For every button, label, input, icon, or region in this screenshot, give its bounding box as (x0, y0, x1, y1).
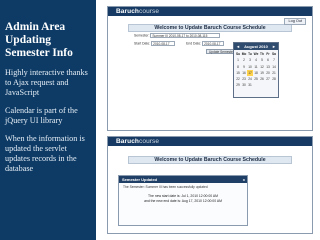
semester-updated-dialog: Semester Updated x The Semester: Summer … (118, 175, 248, 226)
welcome-banner: Welcome to Update Baruch Course Schedule (128, 156, 292, 164)
logo: Baruchcourse (116, 138, 160, 145)
dialog-titlebar: Semester Updated x (119, 176, 247, 183)
calendar-grid: Su Mo Tu We Th Fr Sa 1 2 3 4 5 6 7 8 9 10 11 12 13 14 15 16 17 1… (234, 50, 278, 89)
dialog-title: Semester Updated (122, 177, 158, 182)
datepicker-calendar: ◄ August 2010 ► Su Mo Tu We Th Fr Sa 1 2 3 4 5 6 7 8 9 1… (233, 42, 279, 98)
caption-point-servlet: When the information is updated the serv… (5, 134, 85, 173)
dialog-end-date: and the new end date is: Aug 17, 2010 12… (144, 199, 222, 203)
dialog-start-date: The new start date is: Jul 1, 2010 12:00… (148, 194, 218, 198)
dates-row: Start Date: 2010-08-17 End Date: 2010-08… (134, 41, 225, 46)
end-date-input[interactable]: 2010-08-17 (202, 41, 225, 46)
next-month-icon[interactable]: ► (271, 43, 277, 50)
caption-point-calendar: Calendar is part of the jQuery UI librar… (5, 106, 78, 125)
caption-panel: Admin Area Updating Semester Info Highly… (0, 0, 96, 240)
start-date-input[interactable]: 2010-08-17 (151, 41, 176, 46)
start-date-label: Start Date: (134, 41, 151, 46)
logout-button[interactable]: Log Out (284, 18, 306, 25)
close-icon[interactable]: x (243, 176, 245, 183)
calendar-month: August 2010 (244, 44, 268, 49)
app-header: Baruchcourse (108, 137, 312, 146)
screenshot-update-form: Baruchcourse Log Out Welcome to Update B… (107, 6, 313, 131)
logo: Baruchcourse (116, 8, 160, 15)
semester-label: Semester: (134, 33, 150, 38)
screenshot-confirmation: Baruchcourse Welcome to Update Baruch Co… (107, 136, 313, 234)
caption-point-ajax: Highly interactive thanks to Ajax reques… (5, 68, 88, 97)
prev-month-icon[interactable]: ◄ (235, 43, 241, 50)
calendar-header: ◄ August 2010 ► (234, 43, 278, 50)
app-header: Baruchcourse (108, 7, 312, 16)
end-date-label: End Date: (186, 41, 202, 46)
semester-select[interactable]: Summer III 2010-08-17 to 2010-08-115 (150, 33, 221, 38)
welcome-banner: Welcome to Update Baruch Course Schedule (128, 24, 292, 32)
caption-title: Admin Area Updating Semester Info (5, 21, 73, 59)
dialog-message: The Semester: Summer III has been succes… (123, 185, 208, 189)
semester-row: Semester: Summer III 2010-08-17 to 2010-… (134, 33, 221, 38)
calendar-empty-cell (271, 82, 277, 88)
